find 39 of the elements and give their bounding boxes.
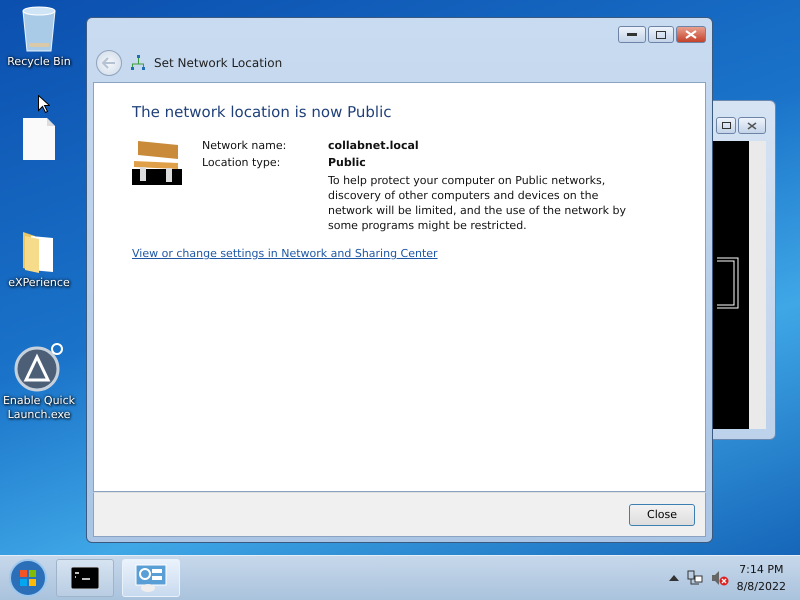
close-button[interactable] — [738, 117, 766, 134]
close-icon — [685, 30, 697, 39]
close-icon — [747, 122, 757, 130]
mouse-pointer-icon — [38, 95, 50, 113]
clock-time[interactable]: 7:14 PM — [739, 561, 784, 578]
back-arrow-icon — [102, 57, 116, 69]
box-outline-drawing — [717, 257, 739, 309]
control-panel-icon — [135, 564, 167, 592]
window-title: Set Network Location — [154, 56, 282, 70]
taskbar-button[interactable] — [56, 559, 114, 597]
scrollbar[interactable] — [749, 141, 766, 429]
minimize-icon — [627, 32, 637, 36]
close-button[interactable] — [676, 26, 706, 43]
clock-date[interactable]: 8/8/2022 — [736, 578, 786, 595]
command-prompt-icon — [71, 567, 99, 589]
field-value: collabnet.local — [328, 139, 420, 152]
maximize-button[interactable] — [648, 26, 674, 43]
desktop-icon-label: Enable Quick Launch.exe — [2, 394, 76, 422]
app-launcher-icon[interactable] — [14, 342, 64, 392]
maximize-button[interactable] — [716, 117, 736, 134]
park-bench-icon — [132, 139, 182, 185]
blank-file-icon[interactable] — [23, 118, 55, 160]
settings-link[interactable]: View or change settings in Network and Sharing Center — [132, 247, 438, 260]
show-hidden-icons-icon[interactable] — [668, 575, 679, 581]
field-label: Location type: — [202, 156, 282, 169]
network-icon — [130, 55, 146, 71]
dialog-heading: The network location is now Public — [132, 103, 392, 121]
maximize-icon — [656, 30, 666, 38]
start-button-icon[interactable] — [8, 558, 48, 598]
desktop-icon-label: Recycle Bin — [7, 55, 71, 69]
maximize-icon — [722, 122, 730, 129]
description-text: To help protect your computer on Public networks, discovery of other computers and devices on the network will be limited, and the use of the network by some programs might be restricted. — [328, 173, 628, 233]
field-label: Network name: — [202, 139, 288, 152]
network-status-icon[interactable] — [686, 570, 703, 586]
desktop-icon-label: eXPerience — [8, 276, 70, 290]
minimize-button[interactable] — [618, 26, 646, 43]
volume-icon[interactable] — [710, 570, 729, 586]
close-dialog-button[interactable]: Close — [629, 504, 695, 526]
field-value: Public — [328, 156, 367, 169]
